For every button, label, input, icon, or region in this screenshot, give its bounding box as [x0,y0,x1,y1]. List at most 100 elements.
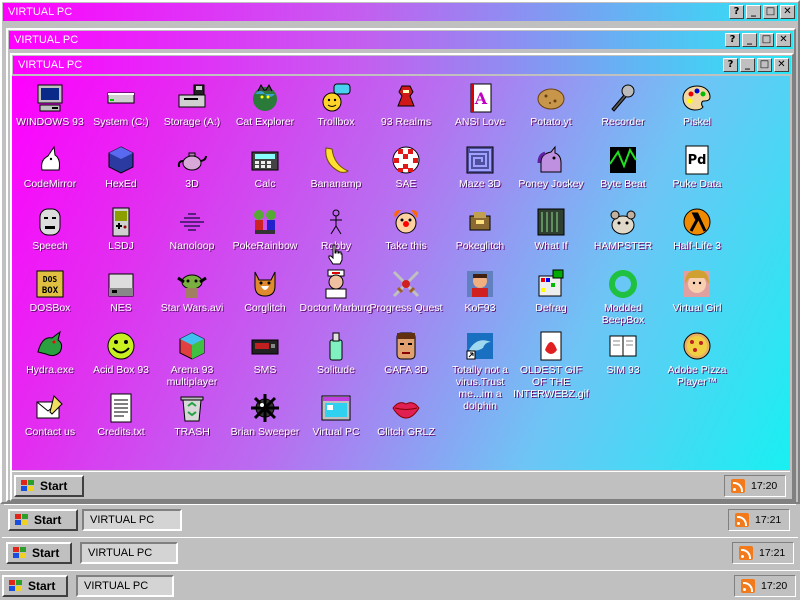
minimize-button[interactable]: _ [740,58,755,72]
close-button[interactable]: ✕ [774,58,789,72]
desktop-icon-nes[interactable]: NES [83,268,159,314]
rss-icon[interactable] [741,579,755,593]
desktop-icon-brian-sweeper[interactable]: Brian Sweeper [227,392,303,438]
ring-icon [609,270,637,298]
taskbar-item-virtual-pc[interactable]: VIRTUAL PC [80,542,178,564]
maximize-button[interactable]: □ [763,5,778,19]
desktop-icon-maze-3d[interactable]: Maze 3D [442,144,518,190]
desktop-icon-codemirror[interactable]: CodeMirror [12,144,88,190]
minimize-button[interactable]: _ [746,5,761,19]
desktop-icon-label: Defrag [535,302,567,314]
desktop-icon-recorder[interactable]: Recorder [585,82,661,128]
desktop-icon-defrag[interactable]: Defrag [513,268,589,314]
maximize-button[interactable]: □ [759,33,774,47]
start-button[interactable]: Start [14,475,84,497]
desktop[interactable]: WINDOWS 93 System (C:) Storage (A:) Cat Exp… [12,76,790,470]
desktop-icon-hampster[interactable]: HAMPSTER [585,206,661,252]
taskbar-item-virtual-pc[interactable]: VIRTUAL PC [76,575,174,597]
desktop-icon-sim-93[interactable]: SIM 93 [585,330,661,376]
desktop-icon-poney-jockey[interactable]: Poney Jockey [513,144,589,190]
desktop-icon-label: Maze 3D [458,178,501,190]
desktop-icon-hydra-exe[interactable]: Hydra.exe [12,330,88,376]
desktop-icon-speech[interactable]: Speech [12,206,88,252]
desktop-icon-progress-quest[interactable]: Progress Quest [368,268,444,314]
desktop-icon-windows-93[interactable]: WINDOWS 93 [12,82,88,128]
desktop-icon-label: System (C:) [93,116,149,128]
desktop-icon-acid-box-93[interactable]: Acid Box 93 [83,330,159,376]
desktop-icon-label: Recorder [601,116,645,128]
desktop-icon-ansi-love[interactable]: A ANSI Love [442,82,518,128]
desktop-icon-puke-data[interactable]: Pd Puke Data [659,144,735,190]
desktop-icon-hexed[interactable]: HexEd [83,144,159,190]
help-button[interactable]: ? [729,5,744,19]
desktop-icon-lsdj[interactable]: LSDJ [83,206,159,252]
desktop-icon-dosbox[interactable]: DOS BOX DOSBox [12,268,88,314]
desktop-icon-adobe-pizza-player[interactable]: Adobe Pizza Player™ [659,330,735,388]
rss-icon[interactable] [735,513,749,527]
desktop-icon-nanoloop[interactable]: Nanoloop [154,206,230,252]
help-button[interactable]: ? [725,33,740,47]
desktop-icon-half-life-3[interactable]: Half-Life 3 [659,206,735,252]
desktop-icon-sae[interactable]: SAE [368,144,444,190]
desktop-icon-byte-beat[interactable]: Byte Beat [585,144,661,190]
desktop-icon-modded-beepbox[interactable]: Modded BeepBox [585,268,661,326]
desktop-icon-contact-us[interactable]: Contact us [12,392,88,438]
desktop-icon-virtual-pc[interactable]: Virtual PC [298,392,374,438]
desktop-icon-trash[interactable]: TRASH [154,392,230,438]
speech-face-icon [39,208,61,236]
desktop-icon-pokerainbow[interactable]: PokeRainbow [227,206,303,252]
desktop-icon-label: Cat Explorer [235,116,295,128]
desktop-icon-potato-yt[interactable]: Potato.yt [513,82,589,128]
desktop-icon-what-if[interactable]: What If [513,206,589,252]
desktop-icon-bananamp[interactable]: Bananamp [298,144,374,190]
close-button[interactable]: ✕ [780,5,795,19]
svg-text:BOX: BOX [42,286,59,296]
desktop-icon-kof93[interactable]: KoF93 [442,268,518,314]
start-button[interactable]: Start [8,509,78,531]
desktop-icon-corglitch[interactable]: Corglitch [227,268,303,314]
desktop-icon-arena-93-multiplayer[interactable]: Arena 93 multiplayer [154,330,230,388]
mine-icon [251,394,279,422]
start-button[interactable]: Start [2,575,68,597]
desktop-icon-label: Virtual PC [312,426,360,438]
taskbar-3: Start VIRTUAL PC 17:21 [2,537,798,567]
maximize-button[interactable]: □ [757,58,772,72]
desktop-icon-doctor-marburg[interactable]: Doctor Marburg [298,268,374,314]
rss-icon[interactable] [739,546,753,560]
start-button[interactable]: Start [6,542,72,564]
window-title-bar[interactable]: VIRTUAL PC ? _ □ ✕ [3,3,797,21]
rss-icon[interactable] [731,479,745,493]
help-button[interactable]: ? [723,58,738,72]
desktop-icon-label: Hydra.exe [26,364,74,376]
desktop-icon-pokeglitch[interactable]: Pokeglitch [442,206,518,252]
desktop-icon-piskel[interactable]: Piskel [659,82,735,128]
desktop-icon-solitude[interactable]: Solitude [298,330,374,376]
desktop-icon-calc[interactable]: Calc [227,144,303,190]
desktop-icon-trollbox[interactable]: Trollbox [298,82,374,128]
desktop-icon-label: Modded BeepBox [601,302,645,326]
clock: 17:20 [751,480,778,492]
desktop-icon-credits-txt[interactable]: Credits.txt [83,392,159,438]
desktop-icon-3d[interactable]: 3D [154,144,230,190]
desktop-icon-virtual-girl[interactable]: Virtual Girl [659,268,735,314]
minimize-button[interactable]: _ [742,33,757,47]
window-title-bar[interactable]: VIRTUAL PC ? _ □ ✕ [9,31,793,49]
desktop-icon-93-realms[interactable]: 93 Realms [368,82,444,128]
desktop-icon-star-wars-avi[interactable]: Star Wars.avi [154,268,230,314]
window-title-bar[interactable]: VIRTUAL PC ? _ □ ✕ [13,56,791,74]
desktop-icon-glitch-grlz[interactable]: Glitch GRLZ [368,392,444,438]
desktop-icon-system-c[interactable]: System (C:) [83,82,159,128]
close-button[interactable]: ✕ [776,33,791,47]
desktop-icon-storage-a[interactable]: Storage (A:) [154,82,230,128]
book-icon [609,335,637,357]
desktop-icon-cat-explorer[interactable]: Cat Explorer [227,82,303,128]
clown-icon [394,210,418,234]
desktop-icon-take-this[interactable]: Take this [368,206,444,252]
desktop-icon-totally-not-a-virus-trust-me-im-a-dolphin[interactable]: Totally not a virus.Trust me...im a dolp… [442,330,518,412]
desktop-icon-label: Solitude [317,364,355,376]
desktop-icon-sms[interactable]: SMS [227,330,303,376]
taskbar-item-virtual-pc[interactable]: VIRTUAL PC [82,509,182,531]
desktop-icon-oldest-gif-of-the-interwebz-gif[interactable]: OLDEST GIF OF THE INTERWEBZ.gif [513,330,589,400]
desktop-icon-gafa-3d[interactable]: GAFA 3D [368,330,444,376]
windows-flag-icon [9,580,22,591]
